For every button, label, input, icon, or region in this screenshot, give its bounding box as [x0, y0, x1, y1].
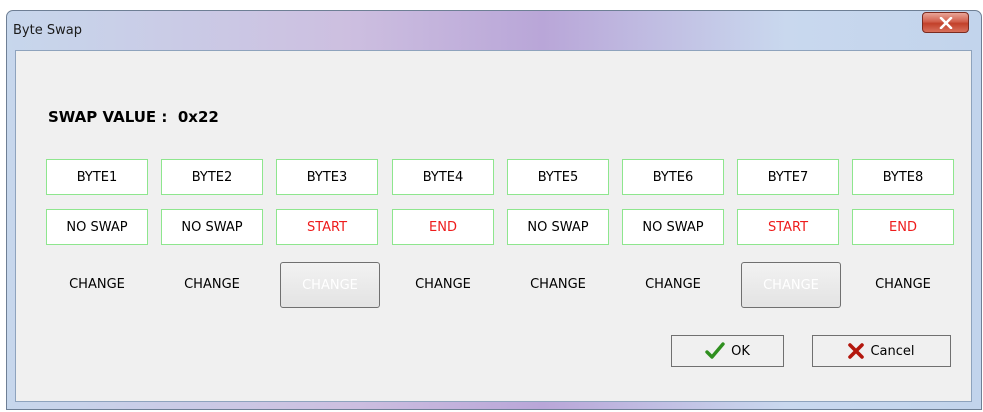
change-button-byte4[interactable]: CHANGE — [392, 259, 494, 309]
checkmark-icon — [705, 342, 725, 360]
change-button-byte8[interactable]: CHANGE — [852, 259, 954, 309]
x-mark-icon — [848, 343, 865, 359]
byte-status: START — [737, 209, 839, 245]
ok-button[interactable]: OK — [671, 335, 784, 367]
swap-value-caption: SWAP VALUE : — [48, 108, 168, 126]
close-button[interactable] — [922, 12, 969, 33]
cancel-button[interactable]: Cancel — [812, 335, 951, 367]
byte-label: BYTE5 — [507, 159, 609, 195]
byte-label: BYTE8 — [852, 159, 954, 195]
change-button-byte1[interactable]: CHANGE — [46, 259, 148, 309]
close-icon — [939, 16, 953, 29]
byte-status: NO SWAP — [46, 209, 148, 245]
byte-label: BYTE6 — [622, 159, 724, 195]
change-button-byte5[interactable]: CHANGE — [507, 259, 609, 309]
byte-label: BYTE3 — [276, 159, 378, 195]
byte-label: BYTE4 — [392, 159, 494, 195]
cancel-label: Cancel — [870, 343, 915, 359]
title-bar[interactable]: Byte Swap — [7, 11, 981, 51]
byte-status: END — [392, 209, 494, 245]
byte-status: NO SWAP — [161, 209, 263, 245]
byte-label: BYTE2 — [161, 159, 263, 195]
window-title: Byte Swap — [13, 23, 82, 38]
change-button-byte3[interactable]: CHANGE — [280, 262, 380, 308]
byte-status: NO SWAP — [507, 209, 609, 245]
change-button-byte6[interactable]: CHANGE — [622, 259, 724, 309]
byte-status: NO SWAP — [622, 209, 724, 245]
swap-value-label: SWAP VALUE : 0x22 — [48, 108, 219, 126]
ok-label: OK — [731, 343, 750, 359]
swap-value: 0x22 — [177, 108, 219, 126]
change-button-byte2[interactable]: CHANGE — [161, 259, 263, 309]
change-button-byte7[interactable]: CHANGE — [741, 262, 841, 308]
byte-status: START — [276, 209, 378, 245]
dialog-window: Byte Swap SWAP VALUE : 0x22 BYTE1 BYTE2 … — [6, 10, 982, 410]
byte-status: END — [852, 209, 954, 245]
byte-label: BYTE7 — [737, 159, 839, 195]
byte-label: BYTE1 — [46, 159, 148, 195]
